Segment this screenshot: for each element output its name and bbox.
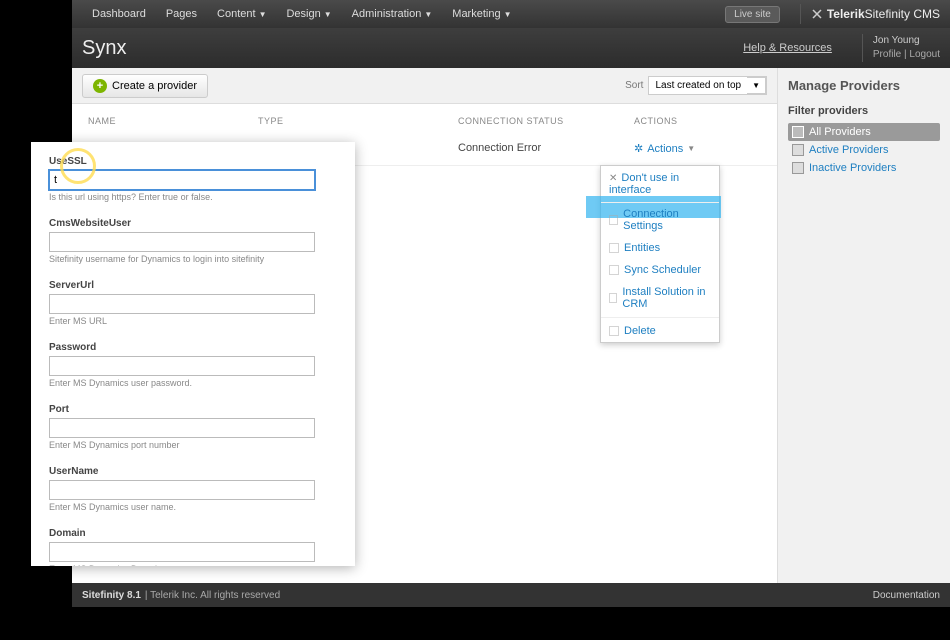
user-box: Jon Young Profile | Logout — [873, 34, 940, 62]
sidebar: Manage Providers Filter providers All Pr… — [778, 68, 950, 600]
nav-dashboard[interactable]: Dashboard — [82, 8, 156, 20]
col-header-type: TYPE — [258, 116, 458, 126]
page-icon — [609, 265, 619, 275]
help-link[interactable]: Help & Resources — [743, 42, 832, 54]
title-bar: Synx Help & Resources Jon Young Profile … — [72, 28, 950, 68]
serverurl-input[interactable] — [49, 294, 315, 314]
create-provider-button[interactable]: + Create a provider — [82, 74, 208, 98]
col-header-name: NAME — [88, 116, 258, 126]
menu-sync-scheduler[interactable]: Sync Scheduler — [601, 259, 719, 281]
field-help: Enter MS Dynamics user password. — [49, 378, 337, 388]
sort-dropdown[interactable]: Last created on top ▼ — [648, 76, 767, 95]
field-help: Is this url using https? Enter true or f… — [49, 192, 337, 202]
caret-down-icon: ▼ — [747, 77, 766, 94]
caret-down-icon: ▼ — [504, 10, 512, 19]
password-input[interactable] — [49, 356, 315, 376]
profile-link[interactable]: Profile — [873, 49, 901, 60]
menu-entities[interactable]: Entities — [601, 237, 719, 259]
filter-header: Filter providers — [788, 105, 940, 117]
caret-down-icon: ▼ — [324, 10, 332, 19]
toolbar: + Create a provider Sort Last created on… — [72, 68, 777, 104]
telerik-icon — [811, 8, 823, 20]
caret-down-icon: ▼ — [687, 144, 695, 153]
live-site-button[interactable]: Live site — [725, 6, 780, 23]
trash-icon — [609, 326, 619, 336]
usessl-input[interactable] — [49, 170, 315, 190]
field-label: CmsWebsiteUser — [49, 218, 337, 229]
field-label: Port — [49, 404, 337, 415]
footer-copy: | Telerik Inc. All rights reserved — [145, 590, 280, 601]
field-port: Port Enter MS Dynamics port number — [49, 404, 337, 450]
documentation-link[interactable]: Documentation — [873, 590, 940, 601]
user-name: Jon Young — [873, 34, 940, 48]
actions-dropdown[interactable]: ✲ Actions ▼ — [634, 142, 695, 155]
menu-delete[interactable]: Delete — [601, 320, 719, 342]
logout-link[interactable]: Logout — [909, 49, 940, 60]
port-input[interactable] — [49, 418, 315, 438]
actions-menu: ✕Don't use in interface Connection Setti… — [600, 165, 720, 343]
footer: Sitefinity 8.1 | Telerik Inc. All rights… — [72, 583, 950, 607]
col-header-actions: ACTIONS — [634, 116, 754, 126]
field-domain: Domain Enter MS Dynamics Domain — [49, 528, 337, 566]
nav-marketing[interactable]: Marketing▼ — [442, 8, 521, 20]
username-input[interactable] — [49, 480, 315, 500]
field-password: Password Enter MS Dynamics user password… — [49, 342, 337, 388]
filter-all-providers[interactable]: All Providers — [788, 123, 940, 141]
field-serverurl: ServerUrl Enter MS URL — [49, 280, 337, 326]
provider-icon — [792, 144, 804, 156]
filter-inactive-providers[interactable]: Inactive Providers — [788, 159, 940, 177]
settings-form-panel: UseSSL Is this url using https? Enter tr… — [31, 142, 355, 566]
provider-icon — [792, 126, 804, 138]
provider-icon — [792, 162, 804, 174]
col-header-connection: CONNECTION STATUS — [458, 116, 634, 126]
nav-pages[interactable]: Pages — [156, 8, 207, 20]
sidebar-title: Manage Providers — [788, 78, 940, 93]
filter-active-providers[interactable]: Active Providers — [788, 141, 940, 159]
field-help: Enter MS URL — [49, 316, 337, 326]
nav-design[interactable]: Design▼ — [276, 8, 341, 20]
footer-version: Sitefinity 8.1 — [82, 590, 141, 601]
menu-connection-settings[interactable]: Connection Settings — [601, 203, 719, 237]
field-label: UseSSL — [49, 156, 337, 167]
nav-administration[interactable]: Administration▼ — [342, 8, 443, 20]
page-title: Synx — [82, 37, 743, 60]
top-nav: Dashboard Pages Content▼ Design▼ Adminis… — [72, 0, 950, 28]
cell-connection: Connection Error — [458, 142, 634, 155]
sort-label: Sort — [625, 80, 643, 91]
domain-input[interactable] — [49, 542, 315, 562]
field-label: Domain — [49, 528, 337, 539]
field-label: UserName — [49, 466, 337, 477]
grid-header: NAME TYPE CONNECTION STATUS ACTIONS — [72, 104, 777, 132]
caret-down-icon: ▼ — [424, 10, 432, 19]
field-label: Password — [49, 342, 337, 353]
page-icon — [609, 243, 619, 253]
page-icon — [609, 293, 617, 303]
field-usessl: UseSSL Is this url using https? Enter tr… — [49, 156, 337, 202]
close-icon: ✕ — [609, 173, 617, 184]
field-help: Enter MS Dynamics Domain — [49, 564, 337, 566]
menu-install-solution[interactable]: Install Solution in CRM — [601, 281, 719, 315]
field-help: Enter MS Dynamics port number — [49, 440, 337, 450]
nav-content[interactable]: Content▼ — [207, 8, 276, 20]
plus-icon: + — [93, 79, 107, 93]
field-label: ServerUrl — [49, 280, 337, 291]
caret-down-icon: ▼ — [259, 10, 267, 19]
brand-logo: TelerikSitefinity CMS — [811, 7, 940, 21]
field-cmswebsiteuser: CmsWebsiteUser Sitefinity username for D… — [49, 218, 337, 264]
page-icon — [609, 215, 618, 225]
field-help: Enter MS Dynamics user name. — [49, 502, 337, 512]
field-username: UserName Enter MS Dynamics user name. — [49, 466, 337, 512]
gear-icon: ✲ — [634, 142, 643, 155]
cmswebsiteuser-input[interactable] — [49, 232, 315, 252]
menu-dont-use[interactable]: ✕Don't use in interface — [601, 166, 719, 203]
field-help: Sitefinity username for Dynamics to logi… — [49, 254, 337, 264]
